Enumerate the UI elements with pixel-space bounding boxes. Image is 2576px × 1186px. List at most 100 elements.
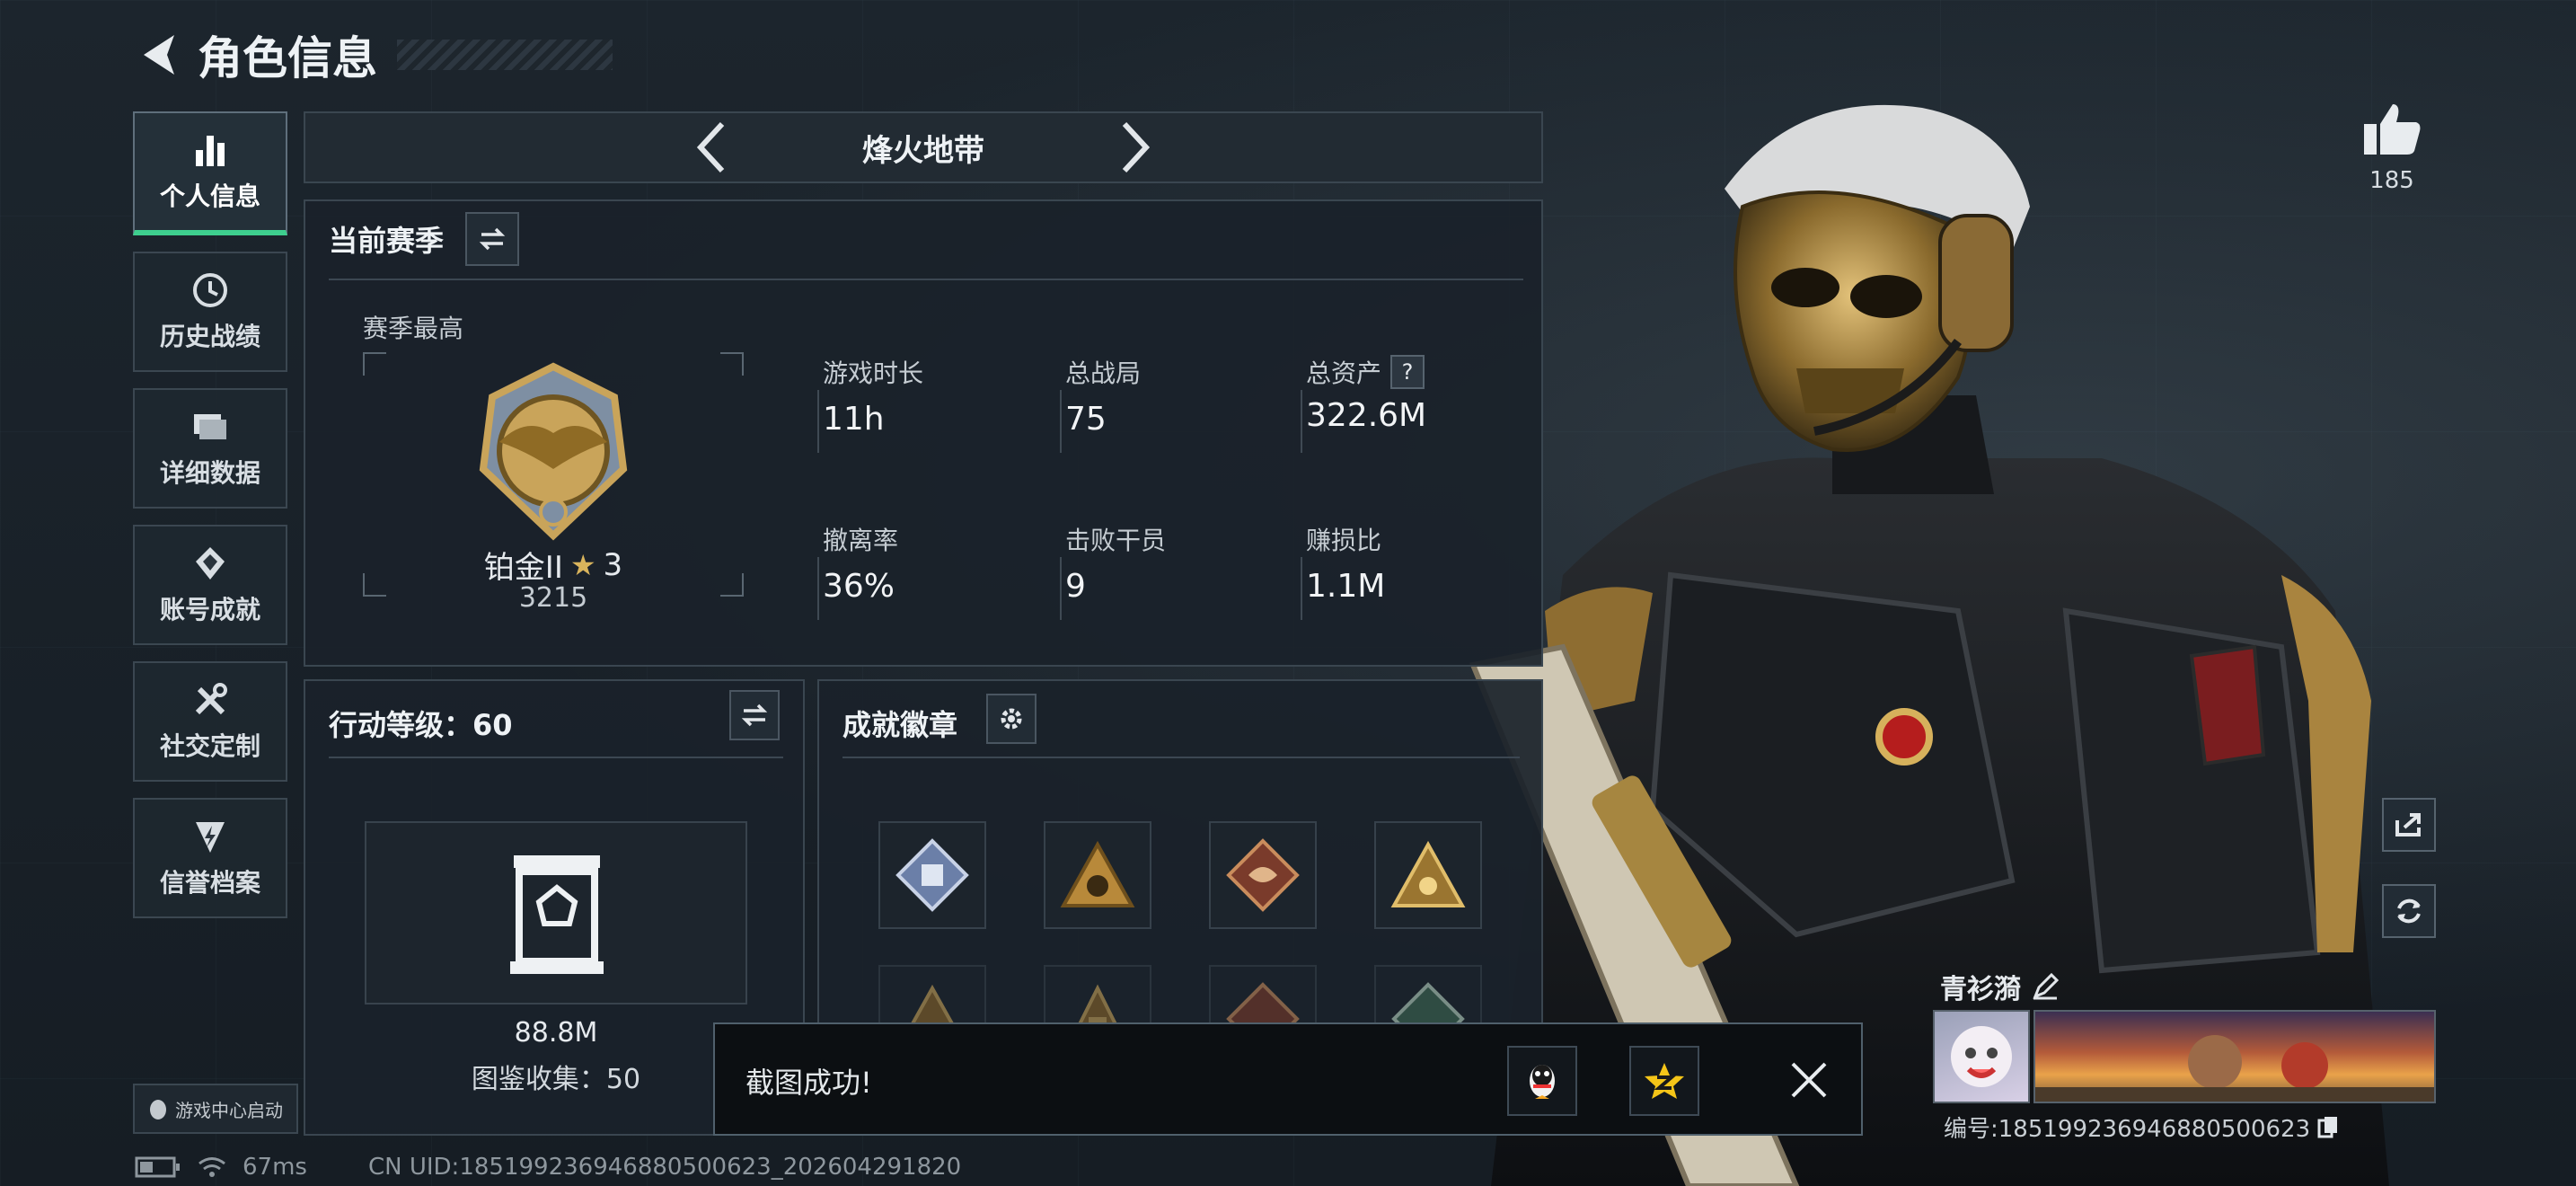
like-button[interactable]: 185 [2353,101,2430,194]
refresh-icon [2397,898,2421,924]
rank-name: 铂金II [483,550,563,586]
stat-label: 游戏时长 [823,358,924,388]
back-arrow-icon[interactable] [135,30,181,80]
stat-value: 75 [1065,401,1107,438]
share-icon [2395,813,2421,836]
thumbs-up-icon [2364,104,2421,155]
launch-label: 游戏中心启动 [175,1099,283,1121]
previous-mode-chevron-icon[interactable] [695,120,728,174]
stat-operators-defeated: 击败干员 9 [1065,521,1166,605]
sidebar-item-credit-record[interactable]: 信誉档案 [133,798,287,918]
tools-icon [195,683,227,715]
next-mode-chevron-icon[interactable] [1119,120,1151,174]
close-icon [1791,1062,1827,1098]
rank-stars: 3 [603,546,623,583]
player-id: 编号:185199236946880500623 [1944,1116,2311,1143]
sidebar-item-label: 社交定制 [159,731,260,761]
clock-history-icon [193,273,227,307]
badge-slot[interactable] [1374,821,1482,929]
sidebar-item-label: 个人信息 [159,181,260,211]
rank-points: 3215 [518,582,588,614]
stat-total-matches: 总战局 75 [1065,354,1141,438]
display-case-icon [510,855,604,974]
divider [329,279,1523,280]
sidebar-item-detailed-data[interactable]: 详细数据 [133,388,287,509]
header: 角色信息 [135,23,613,86]
divider [842,757,1520,758]
sidebar-item-label: 信誉档案 [159,868,260,898]
badge-triangle-gold-icon [1390,840,1466,907]
player-avatar[interactable] [1933,1010,2030,1103]
stat-value: 322.6M [1306,397,1427,434]
rank-frame: 铂金II ★ 3 3215 [363,352,744,614]
stat-label: 总资产 [1306,358,1382,388]
stat-label: 总战局 [1065,358,1142,388]
divider [329,757,783,758]
avatar-character-icon [1951,1026,2012,1087]
qzone-star-icon [1645,1063,1684,1099]
share-qq-button[interactable] [1507,1046,1577,1116]
shield-bolt-icon [196,822,225,853]
toast-message: 截图成功! [745,1066,872,1100]
player-name: 青衫漪 [1940,974,2021,1005]
sidebar-item-label: 详细数据 [159,458,260,488]
platinum-rank-emblem [479,362,628,541]
edit-pencil-icon[interactable] [2032,973,2059,1000]
game-center-launch-button[interactable]: 游戏中心启动 [133,1084,298,1134]
stat-total-time: 游戏时长 11h [823,354,923,438]
season-panel: 当前赛季 赛季最高 铂金II ★ 3 3215 游戏时长 11h 总战局 75 [304,199,1543,667]
title-decoration [397,40,613,70]
close-toast-button[interactable] [1780,1051,1838,1109]
action-level-title: 行动等级：60 [329,708,513,742]
sidebar-item-label: 账号成就 [159,595,260,624]
share-button[interactable] [2382,798,2436,852]
stat-extraction-rate: 撤离率 36% [823,521,898,605]
sidebar: 个人信息 历史战绩 详细数据 账号成就 社交定制 信誉档案 [133,111,287,918]
page-title: 角色信息 [198,32,377,84]
status-bar: 67ms CN UID:185199236946880500623_202604… [135,1154,961,1181]
like-count: 185 [2369,167,2414,194]
stat-value: 11h [823,401,885,438]
sidebar-item-achievements[interactable]: 账号成就 [133,525,287,645]
sidebar-item-match-history[interactable]: 历史战绩 [133,252,287,372]
season-switch-button[interactable] [465,212,520,266]
sidebar-item-personal-info[interactable]: 个人信息 [133,111,287,235]
badge-slot[interactable] [878,821,986,929]
stat-label: 赚损比 [1306,526,1382,555]
stat-value: 9 [1065,568,1086,605]
rank-name-row: 铂金II ★ 3 [363,543,744,587]
badge-triangle-icon [1060,840,1135,907]
copy-icon[interactable] [2317,1115,2339,1140]
stat-label: 击败干员 [1065,526,1167,555]
screenshot-toast: 截图成功! [713,1022,1863,1136]
player-name-row: 青衫漪 [1940,967,2059,1006]
mode-name: 烽火地带 [862,132,984,169]
folder-stack-icon [194,414,226,439]
sidebar-item-social-custom[interactable]: 社交定制 [133,661,287,782]
collection-preview[interactable] [365,821,747,1005]
sidebar-item-label: 历史战绩 [159,322,260,351]
refresh-button[interactable] [2382,884,2436,938]
badges-settings-button[interactable] [986,694,1037,744]
badge-crystal-icon [895,838,969,912]
stat-value: 1.1M [1306,568,1386,605]
banner-scene-icon [2035,1035,2434,1102]
bar-chart-icon [196,136,225,166]
ping-value: 67ms [243,1154,307,1181]
player-banner[interactable] [2033,1010,2436,1103]
season-title: 当前赛季 [329,224,445,258]
season-best-label: 赛季最高 [363,314,464,343]
badges-title: 成就徽章 [842,708,958,742]
battery-icon [135,1156,180,1178]
level-switch-button[interactable] [729,690,780,740]
wifi-icon [198,1157,225,1177]
badge-slot[interactable] [1044,821,1151,929]
help-icon[interactable]: ? [1390,355,1425,389]
swap-arrows-icon [479,227,506,251]
player-id-row: 编号:185199236946880500623 [1944,1111,2339,1144]
share-qzone-button[interactable] [1629,1046,1699,1116]
badge-dragon-icon [1226,838,1300,912]
mode-selector: 烽火地带 [304,111,1543,183]
badge-slot[interactable] [1209,821,1317,929]
medal-icon [196,547,225,580]
